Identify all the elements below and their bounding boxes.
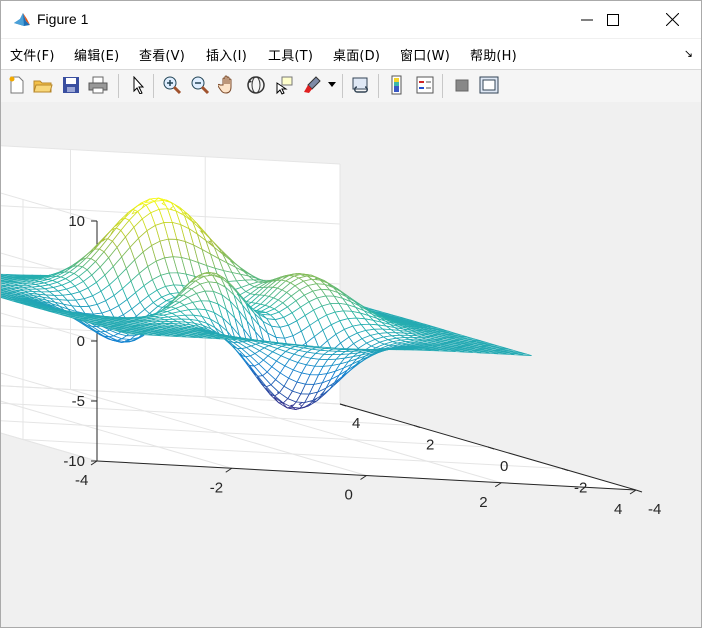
colorbar-icon xyxy=(391,75,402,95)
chevron-down-icon xyxy=(328,82,336,87)
z-tick-label: -10 xyxy=(63,453,85,470)
menu-file[interactable]: 文件(F) xyxy=(10,45,55,64)
close-button[interactable] xyxy=(649,1,695,38)
toolbar-separator xyxy=(118,74,119,98)
menu-window[interactable]: 窗口(W) xyxy=(400,45,450,64)
figure-canvas[interactable]: -4-2024420-2-41050-5-10 xyxy=(1,102,701,627)
data-cursor-button[interactable] xyxy=(272,73,296,97)
link-plot-button[interactable] xyxy=(349,73,373,97)
insert-legend-button[interactable] xyxy=(413,73,437,97)
toolbar-separator xyxy=(342,74,343,98)
x-tick-mark xyxy=(360,475,367,480)
save-button[interactable] xyxy=(59,73,83,97)
legend-icon xyxy=(416,76,434,94)
menu-bar: 文件(F) 编辑(E) 查看(V) 插入(I) 工具(T) 桌面(D) 窗口(W… xyxy=(1,39,701,69)
x-tick-mark xyxy=(494,482,502,488)
maximize-button[interactable] xyxy=(590,1,636,38)
new-figure-icon xyxy=(9,76,24,94)
toolbar-separator xyxy=(378,74,379,98)
z-tick-label: 10 xyxy=(68,213,85,230)
data-cursor-icon xyxy=(276,76,293,95)
hide-plot-tools-icon xyxy=(455,79,469,92)
show-plot-tools-icon xyxy=(479,76,499,94)
toolbar-separator xyxy=(442,74,443,98)
brush-button[interactable] xyxy=(300,73,324,97)
toolbar-separator xyxy=(153,74,154,98)
zoom-in-button[interactable] xyxy=(160,73,184,97)
z-tick-label: 0 xyxy=(77,333,85,350)
new-figure-button[interactable] xyxy=(5,73,29,97)
select-arrow-icon xyxy=(133,76,145,94)
zoom-out-icon xyxy=(191,76,210,95)
pan-hand-icon xyxy=(218,75,232,94)
y-tick-label: 4 xyxy=(352,415,360,432)
menu-help[interactable]: 帮助(H) xyxy=(470,45,517,64)
zoom-out-button[interactable] xyxy=(188,73,212,97)
menu-desktop[interactable]: 桌面(D) xyxy=(333,45,380,64)
x-tick-label: -4 xyxy=(75,472,88,489)
y-tick-label: 0 xyxy=(500,458,508,475)
matlab-logo-icon xyxy=(12,10,32,30)
print-icon xyxy=(88,76,108,94)
x-tick-label: 0 xyxy=(345,487,353,504)
close-icon xyxy=(665,13,679,26)
brush-icon xyxy=(304,76,321,93)
save-icon xyxy=(63,77,79,93)
surface-plot[interactable]: -4-2024420-2-41050-5-10 xyxy=(1,102,701,627)
y-tick-label: -2 xyxy=(574,480,587,497)
open-file-icon xyxy=(33,80,53,93)
x-tick-mark xyxy=(90,460,98,466)
rotate-3d-button[interactable] xyxy=(244,73,268,97)
figure-toolbar xyxy=(1,69,701,103)
figure-window: Figure 1 文件(F) 编辑(E) 查看(V) 插入(I) 工具(T) 桌… xyxy=(0,0,702,628)
zoom-in-icon xyxy=(163,76,182,95)
brush-dropdown-button[interactable] xyxy=(326,73,338,97)
x-tick-mark xyxy=(629,489,637,495)
pan-button[interactable] xyxy=(216,73,240,97)
x-tick-label: 4 xyxy=(614,501,622,518)
menu-insert[interactable]: 插入(I) xyxy=(206,45,247,64)
open-file-button[interactable] xyxy=(31,73,55,97)
menu-view[interactable]: 查看(V) xyxy=(139,45,185,64)
menubar-dock-arrow-icon[interactable]: ↘ xyxy=(684,47,693,60)
y-tick-label: -4 xyxy=(648,501,661,518)
edit-plot-button[interactable] xyxy=(126,73,150,97)
menu-edit[interactable]: 编辑(E) xyxy=(74,45,119,64)
show-plot-tools-button[interactable] xyxy=(477,73,501,97)
insert-colorbar-button[interactable] xyxy=(385,73,409,97)
hide-plot-tools-button[interactable] xyxy=(450,73,474,97)
z-tick-label: -5 xyxy=(72,393,85,410)
print-button[interactable] xyxy=(86,73,110,97)
y-tick-label: 2 xyxy=(426,437,434,454)
menu-tools[interactable]: 工具(T) xyxy=(268,45,313,64)
rotate-3d-icon xyxy=(247,76,265,94)
y-tick-mark xyxy=(635,489,643,493)
title-bar[interactable]: Figure 1 xyxy=(1,1,701,38)
x-tick-label: 2 xyxy=(479,494,487,511)
window-title: Figure 1 xyxy=(37,11,89,27)
x-tick-mark xyxy=(225,467,233,473)
maximize-icon xyxy=(607,13,619,26)
link-plot-icon xyxy=(352,77,368,93)
x-tick-label: -2 xyxy=(210,479,223,496)
